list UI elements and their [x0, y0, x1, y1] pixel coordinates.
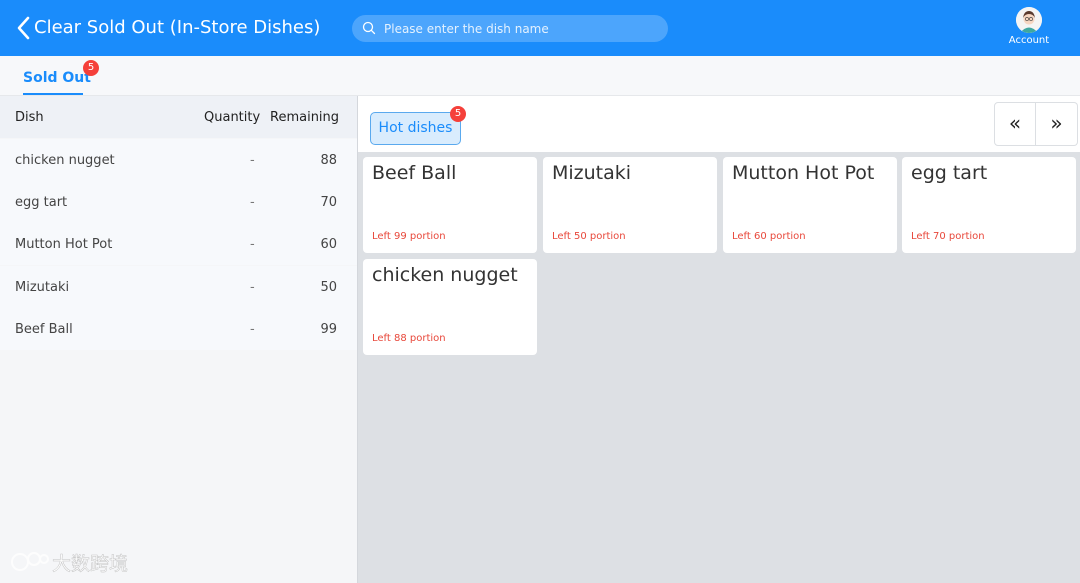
- dish-quantity: -: [250, 322, 255, 337]
- dish-name: egg tart: [15, 195, 68, 210]
- table-row[interactable]: Mutton Hot Pot - 60: [0, 223, 357, 265]
- page-next-button[interactable]: »: [1036, 102, 1078, 146]
- dish-grid-panel: Hot dishes 5 « » Beef Ball Left 99 porti…: [357, 96, 1080, 583]
- dish-card-name: Mutton Hot Pot: [732, 162, 875, 184]
- page-title: Clear Sold Out (In-Store Dishes): [34, 17, 321, 38]
- dish-card[interactable]: chicken nugget Left 88 portion: [363, 259, 537, 355]
- dish-card[interactable]: Mutton Hot Pot Left 60 portion: [723, 157, 897, 253]
- category-hot-dishes[interactable]: Hot dishes: [370, 112, 461, 145]
- dish-name: chicken nugget: [15, 153, 115, 168]
- back-chevron-icon[interactable]: [14, 14, 36, 42]
- dish-quantity: -: [250, 237, 255, 252]
- table-row[interactable]: chicken nugget - 88: [0, 139, 357, 181]
- dish-remaining: 99: [320, 322, 337, 337]
- tab-bar: Sold Out 5: [0, 56, 1080, 96]
- category-bar: Hot dishes 5 « »: [358, 96, 1080, 152]
- dish-card-name: Mizutaki: [552, 162, 632, 184]
- column-header-quantity: Quantity: [204, 110, 261, 125]
- watermark-text: 大数跨境: [52, 553, 128, 575]
- dish-remaining: 60: [320, 237, 337, 252]
- sold-out-count-badge: 5: [83, 60, 99, 76]
- page-prev-button[interactable]: «: [994, 102, 1036, 146]
- dish-remaining: 50: [320, 280, 337, 295]
- dish-name: Beef Ball: [15, 322, 73, 337]
- search-input[interactable]: [384, 15, 660, 42]
- column-header-remaining: Remaining: [270, 110, 340, 125]
- dish-card-remaining: Left 60 portion: [732, 231, 806, 242]
- account-label: Account: [1008, 35, 1050, 46]
- table-row[interactable]: egg tart - 70: [0, 181, 357, 223]
- dish-quantity: -: [250, 195, 255, 210]
- dish-name: Mizutaki: [15, 280, 70, 295]
- dish-card[interactable]: Beef Ball Left 99 portion: [363, 157, 537, 253]
- dish-card-remaining: Left 70 portion: [911, 231, 985, 242]
- user-avatar-icon: [1016, 7, 1042, 33]
- search-icon: [362, 21, 376, 35]
- watermark-logo: 大数跨境: [11, 552, 128, 575]
- active-tab-indicator: [23, 93, 83, 95]
- category-count-badge: 5: [450, 106, 466, 122]
- dish-card-remaining: Left 99 portion: [372, 231, 446, 242]
- tab-sold-out[interactable]: Sold Out: [23, 70, 91, 86]
- dish-card[interactable]: egg tart Left 70 portion: [902, 157, 1076, 253]
- table-header: Dish Quantity Remaining: [0, 96, 357, 138]
- dish-remaining: 88: [320, 153, 337, 168]
- search-box[interactable]: [352, 15, 668, 42]
- table-row[interactable]: Beef Ball - 99: [0, 308, 357, 350]
- account-button[interactable]: Account: [1004, 7, 1054, 51]
- dish-name: Mutton Hot Pot: [15, 237, 113, 252]
- avatar: [1016, 7, 1042, 33]
- column-header-dish: Dish: [15, 110, 44, 125]
- dish-card-name: Beef Ball: [372, 162, 457, 184]
- dish-card-remaining: Left 50 portion: [552, 231, 626, 242]
- table-row[interactable]: Mizutaki - 50: [0, 266, 357, 308]
- dish-quantity: -: [250, 153, 255, 168]
- dish-card-name: egg tart: [911, 162, 988, 184]
- dish-card-remaining: Left 88 portion: [372, 333, 446, 344]
- sold-out-table: Dish Quantity Remaining chicken nugget -…: [0, 96, 357, 583]
- top-header: Clear Sold Out (In-Store Dishes) Account: [0, 0, 1080, 56]
- dish-card-name: chicken nugget: [372, 264, 518, 286]
- dish-card[interactable]: Mizutaki Left 50 portion: [543, 157, 717, 253]
- dish-quantity: -: [250, 280, 255, 295]
- dish-remaining: 70: [320, 195, 337, 210]
